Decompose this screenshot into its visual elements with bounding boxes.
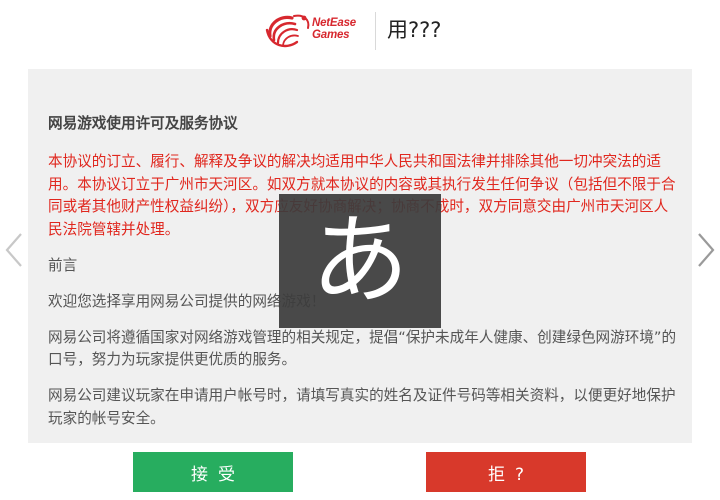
page-title: 用???: [387, 18, 442, 42]
accept-button-label: 接受: [191, 464, 245, 485]
chevron-left-icon[interactable]: [4, 232, 24, 268]
chevron-right-icon[interactable]: [696, 232, 716, 268]
agreement-title: 网易游戏使用许可及服务协议: [48, 115, 238, 132]
netease-logo-icon: [265, 14, 310, 48]
agreement-screen: NetEase Games 用??? 网易游戏使用许可及服务协议 本协议的订立、…: [0, 0, 720, 500]
policy-paragraph: 网易公司将遵循国家对网络游戏管理的相关规定，提倡“保护未成年人健康、创建绿色网游…: [48, 328, 677, 369]
reject-button[interactable]: 拒?: [426, 452, 586, 492]
logo-text-line1: NetEase: [312, 17, 356, 29]
account-paragraph: 网易公司建议玩家在申请用户帐号时，请填写真实的姓名及证件号码等相关资料，以便更好…: [48, 387, 676, 427]
reject-button-label: 拒?: [487, 464, 535, 485]
accept-button[interactable]: 接受: [133, 452, 293, 492]
netease-games-wordmark: NetEase Games: [312, 17, 376, 41]
ime-mode-indicator: あ: [279, 194, 441, 328]
header: NetEase Games 用???: [0, 0, 720, 62]
logo-text-line2: Games: [312, 29, 350, 41]
header-divider: [375, 12, 376, 50]
